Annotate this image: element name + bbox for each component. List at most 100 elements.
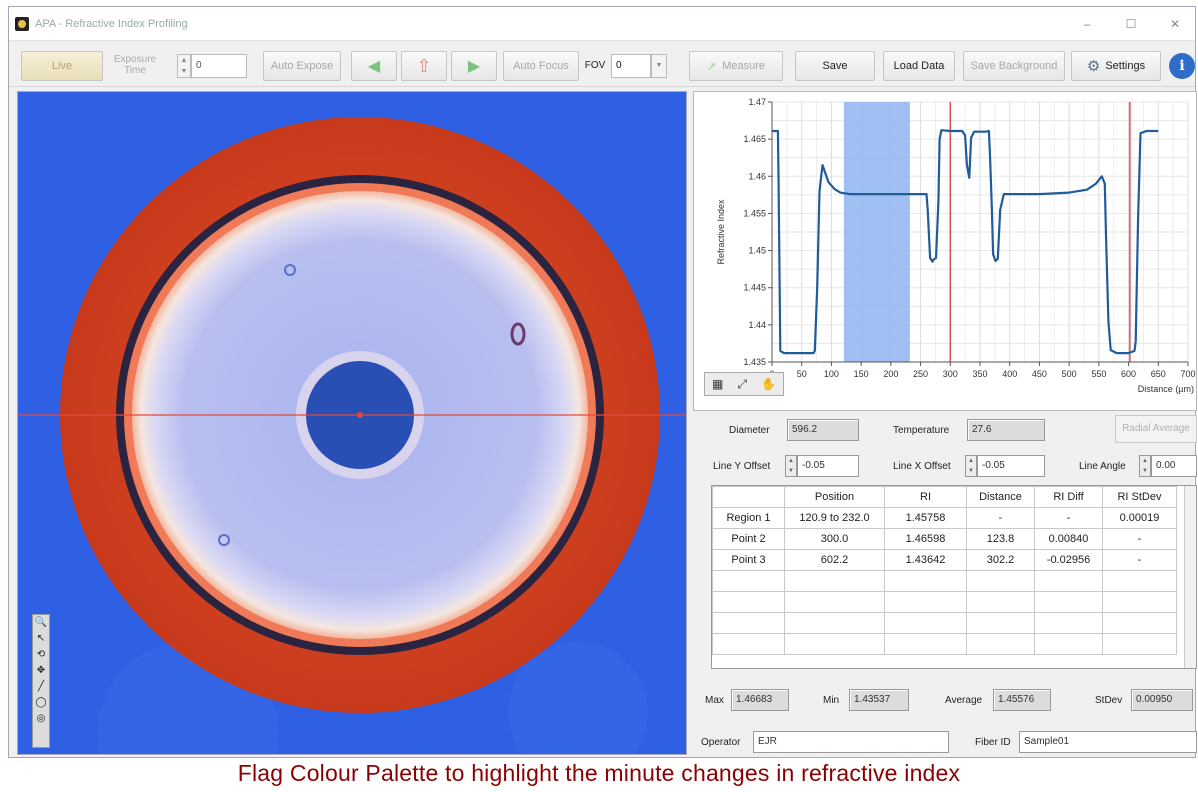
fov-select[interactable]: 0 [611, 54, 651, 78]
table-scrollbar[interactable] [1184, 486, 1196, 668]
table-row[interactable]: Point 2 300.0 1.46598 123.8 0.00840- [712, 528, 1177, 550]
table-cell: - [966, 507, 1035, 529]
table-cell [1034, 633, 1103, 655]
table-cell: 0.00019 [1102, 507, 1177, 529]
save-button[interactable]: Save [795, 51, 875, 81]
x-tick-label: 300 [943, 369, 958, 379]
average-value: 1.45576 [993, 689, 1051, 711]
minimize-button[interactable]: – [1069, 13, 1105, 35]
info-button[interactable]: i [1169, 53, 1195, 79]
column-header: Position [784, 486, 885, 508]
live-button[interactable]: Live [21, 51, 103, 81]
y-tick-label: 1.445 [743, 283, 766, 293]
circle-tool-icon[interactable]: ◯ [33, 695, 49, 711]
save-background-button[interactable]: Save Background [963, 51, 1065, 81]
x-tick-label: 650 [1151, 369, 1166, 379]
x-tick-label: 50 [797, 369, 807, 379]
refractive-index-chart[interactable]: 0501001502002503003504004505005506006507… [693, 91, 1197, 411]
table-cell: - [1034, 507, 1103, 529]
x-tick-label: 500 [1062, 369, 1077, 379]
x-tick-label: 150 [854, 369, 869, 379]
arrow-up-icon: ⇧ [416, 55, 432, 76]
pan-graph-icon[interactable]: ✋ [761, 377, 776, 391]
operator-label: Operator [701, 737, 741, 748]
column-header: RI Diff [1034, 486, 1103, 508]
figure-caption: Flag Colour Palette to highlight the min… [237, 760, 961, 786]
move-left-button[interactable]: ◀ [351, 51, 397, 81]
pan-tool-icon[interactable]: ✥ [33, 663, 49, 679]
zoom-tool-icon[interactable]: 🔍 [33, 615, 49, 631]
table-cell: Point 2 [712, 528, 785, 550]
table-cell [966, 570, 1035, 592]
zoom-graph-icon[interactable]: ⤢ [737, 377, 747, 392]
graph-palette: ▦ ⤢ ✋ [704, 372, 784, 396]
exposure-spinner[interactable]: ▲ ▼ [177, 54, 191, 78]
table-row[interactable] [712, 591, 1177, 613]
move-up-button[interactable]: ⇧ [401, 51, 447, 81]
table-cell: 300.0 [784, 528, 885, 550]
column-header: Distance [966, 486, 1035, 508]
pointer-tool-icon[interactable]: ↖ [33, 631, 49, 647]
table-row[interactable] [712, 633, 1177, 655]
ring-tool-icon[interactable]: ◎ [33, 711, 49, 727]
table-cell: 302.2 [966, 549, 1035, 571]
min-value: 1.43537 [849, 689, 909, 711]
fiber-id-input[interactable]: Sample01 [1019, 731, 1197, 753]
y-tick-label: 1.45 [748, 246, 766, 256]
table-cell: - [1102, 528, 1177, 550]
x-tick-label: 700 [1180, 369, 1195, 379]
image-tools-palette: 🔍 ↖ ⟲ ✥ ╱ ◯ ◎ [32, 614, 50, 748]
x-tick-label: 100 [824, 369, 839, 379]
y-axis-label: Refractive Index [716, 199, 726, 265]
table-row[interactable]: Point 3 602.2 1.43642 302.2 -0.02956- [712, 549, 1177, 571]
center-marker [357, 412, 363, 418]
auto-expose-button[interactable]: Auto Expose [263, 51, 341, 81]
measure-button[interactable]: ↗ Measure [689, 51, 783, 81]
exposure-time-input[interactable]: 0 [191, 54, 247, 78]
fiber-image-view[interactable]: 🔍 ↖ ⟲ ✥ ╱ ◯ ◎ [17, 91, 687, 755]
column-header [712, 486, 785, 508]
line-angle-label: Line Angle [1079, 461, 1126, 472]
table-cell [784, 633, 885, 655]
line-y-offset-input[interactable]: -0.05 [797, 455, 859, 477]
auto-focus-button[interactable]: Auto Focus [503, 51, 579, 81]
table-cell [1102, 591, 1177, 613]
gear-icon: ⚙ [1086, 58, 1101, 75]
x-tick-label: 600 [1121, 369, 1136, 379]
grid-toggle-icon[interactable]: ▦ [712, 377, 723, 391]
settings-button[interactable]: ⚙ Settings [1071, 51, 1161, 81]
line-y-spinner[interactable]: ▲ ▼ [785, 455, 797, 477]
table-cell [884, 633, 967, 655]
arrow-right-icon: ▶ [467, 58, 481, 75]
move-right-button[interactable]: ▶ [451, 51, 497, 81]
y-tick-label: 1.44 [748, 320, 766, 330]
table-header-row: Position RI Distance RI Diff RI StDev [712, 486, 1177, 508]
maximize-button[interactable]: ☐ [1113, 13, 1149, 35]
operator-input[interactable]: EJR [753, 731, 949, 753]
table-cell [966, 633, 1035, 655]
table-cell: 1.45758 [884, 507, 967, 529]
line-angle-spinner[interactable]: ▲ ▼ [1139, 455, 1151, 477]
toolbar: Live Exposure Time ▲ ▼ 0 Auto Expose ◀ ⇧ … [9, 43, 1195, 87]
refractive-index-plot: 0501001502002503003504004505005506006507… [716, 97, 1196, 394]
line-x-offset-input[interactable]: -0.05 [977, 455, 1045, 477]
close-button[interactable]: ✕ [1157, 13, 1193, 35]
average-label: Average [945, 695, 983, 706]
results-table: Position RI Distance RI Diff RI StDev Region… [712, 486, 1177, 655]
fov-dropdown-icon[interactable]: ▼ [651, 54, 667, 78]
line-tool-icon[interactable]: ╱ [33, 679, 49, 695]
load-data-button[interactable]: Load Data [883, 51, 955, 81]
table-row[interactable] [712, 612, 1177, 634]
y-tick-label: 1.47 [748, 97, 766, 107]
line-x-spinner[interactable]: ▲ ▼ [965, 455, 977, 477]
line-angle-input[interactable]: 0.00 [1151, 455, 1197, 477]
line-y-offset-label: Line Y Offset [713, 461, 771, 472]
x-tick-label: 250 [913, 369, 928, 379]
table-cell [712, 570, 785, 592]
radial-average-button[interactable]: Radial Average [1115, 415, 1197, 443]
arrow-left-icon: ◀ [367, 58, 381, 75]
table-row[interactable] [712, 570, 1177, 592]
table-row[interactable]: Region 1 120.9 to 232.0 1.45758- -0.00019 [712, 507, 1177, 529]
table-cell: 1.46598 [884, 528, 967, 550]
rotate-tool-icon[interactable]: ⟲ [33, 647, 49, 663]
